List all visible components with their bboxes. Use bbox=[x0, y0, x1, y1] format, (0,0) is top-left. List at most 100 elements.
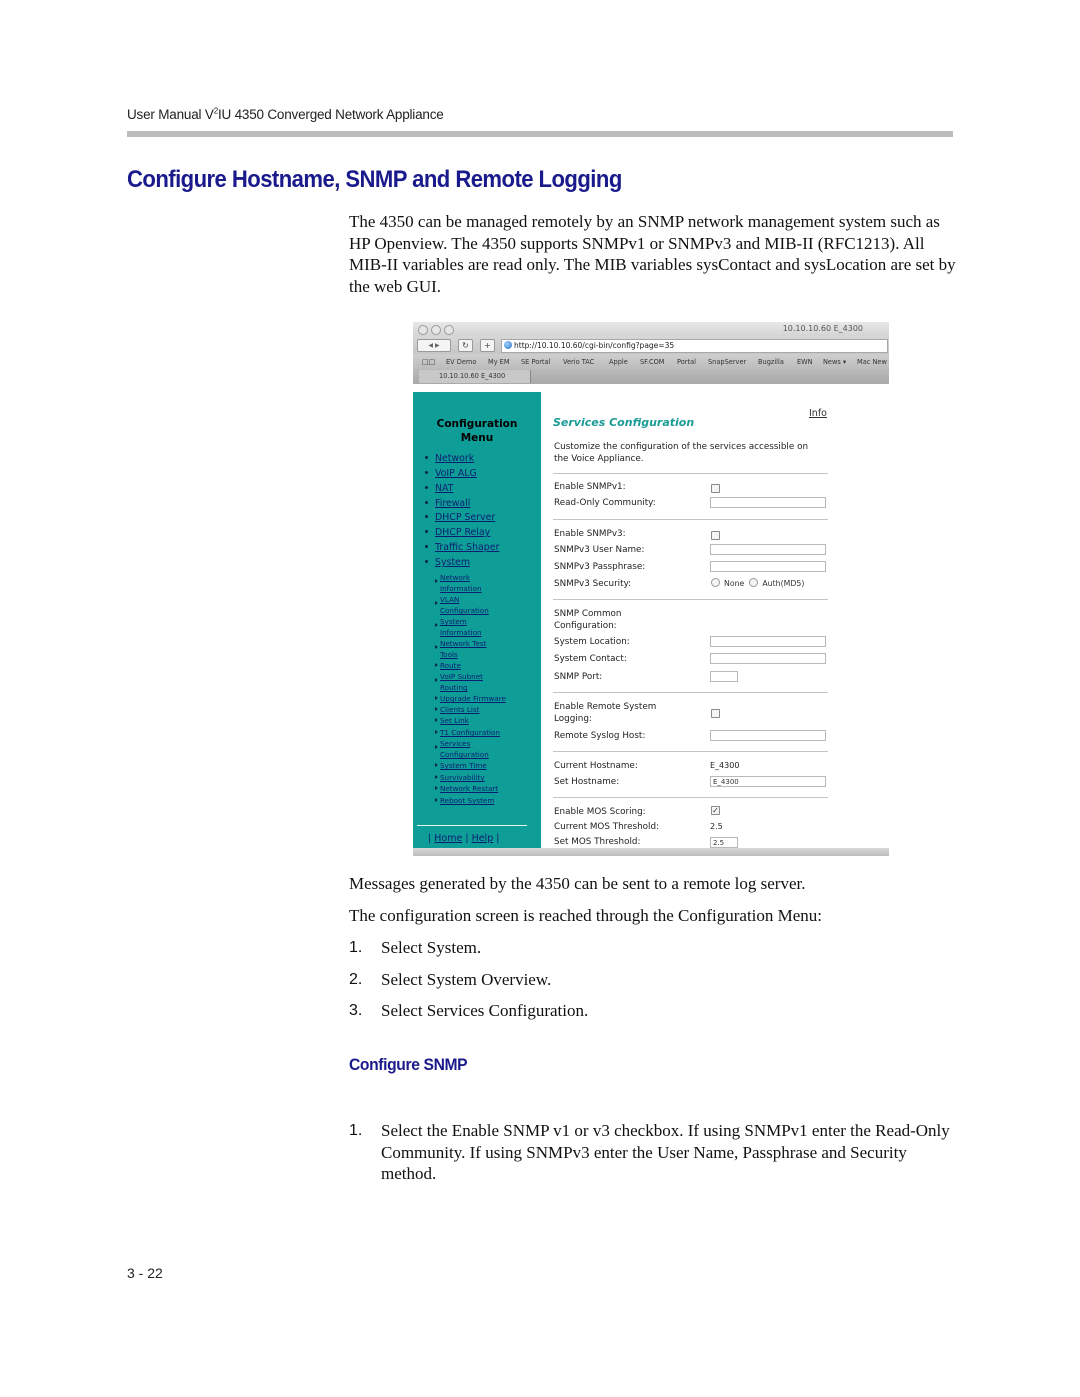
sys-contact-input[interactable] bbox=[710, 653, 826, 664]
menu-item-traffic-shaper[interactable]: Traffic Shaper bbox=[425, 542, 499, 553]
submenu-t1-configuration[interactable]: T1 Configuration bbox=[435, 727, 500, 738]
bookmarks-book-icon[interactable]: □□ bbox=[422, 358, 435, 366]
back-forward-icon[interactable]: ◀ ▶ bbox=[417, 339, 451, 352]
bookmark-link[interactable]: SF.COM bbox=[640, 358, 665, 366]
label-line: Logging: bbox=[554, 714, 592, 724]
submenu-link[interactable]: Network bbox=[440, 573, 470, 582]
submenu-vlan-configuration[interactable]: VLAN Configuration bbox=[435, 594, 489, 616]
menu-link[interactable]: DHCP Relay bbox=[435, 527, 490, 538]
menu-item-nat[interactable]: NAT bbox=[425, 483, 453, 494]
menu-link[interactable]: DHCP Server bbox=[435, 512, 495, 523]
submenu-reboot-system[interactable]: Reboot System bbox=[435, 795, 494, 806]
menu-link[interactable]: System bbox=[435, 557, 470, 568]
separator: | bbox=[428, 833, 432, 844]
bookmark-link[interactable]: My EM bbox=[488, 358, 510, 366]
bookmark-link[interactable]: Mac New bbox=[857, 358, 887, 366]
menu-item-voip-alg[interactable]: VoIP ALG bbox=[425, 468, 477, 479]
remote-logging-checkbox[interactable] bbox=[711, 709, 720, 718]
triangle-bullet-icon bbox=[435, 696, 438, 700]
set-hostname-input[interactable]: E_4300 bbox=[710, 776, 826, 787]
bookmark-link[interactable]: Verio TAC bbox=[563, 358, 594, 366]
submenu-link[interactable]: Information bbox=[440, 584, 482, 593]
submenu-voip-subnet-routing[interactable]: VoIP Subnet Routing bbox=[435, 671, 483, 693]
url-bar[interactable]: http://10.10.10.60/cgi-bin/config?page=3… bbox=[501, 339, 888, 353]
enable-snmpv1-checkbox[interactable] bbox=[711, 484, 720, 493]
security-md5-radio[interactable] bbox=[749, 578, 759, 587]
submenu-link[interactable]: Configuration bbox=[440, 750, 489, 759]
submenu-survivability[interactable]: Survivability bbox=[435, 772, 485, 783]
menu-link[interactable]: Network bbox=[435, 453, 474, 464]
submenu-link[interactable]: Set Link bbox=[440, 716, 469, 725]
menu-title-line: Configuration bbox=[436, 418, 518, 430]
menu-item-firewall[interactable]: Firewall bbox=[425, 498, 470, 509]
menu-link[interactable]: NAT bbox=[435, 483, 453, 494]
bookmark-link[interactable]: EWN bbox=[797, 358, 813, 366]
submenu-link[interactable]: Network Restart bbox=[440, 784, 498, 793]
security-none-radio[interactable] bbox=[711, 578, 720, 587]
v3-username-input[interactable] bbox=[710, 544, 826, 555]
bookmark-link[interactable]: EV Demo bbox=[446, 358, 476, 366]
submenu-system-information[interactable]: System Information bbox=[435, 616, 482, 638]
bookmark-link[interactable]: SnapServer bbox=[708, 358, 746, 366]
submenu-link[interactable]: Survivability bbox=[440, 773, 485, 782]
info-link[interactable]: Info bbox=[809, 408, 827, 419]
submenu-link[interactable]: Route bbox=[440, 661, 461, 670]
submenu-link[interactable]: Information bbox=[440, 628, 482, 637]
submenu-link[interactable]: T1 Configuration bbox=[440, 728, 500, 737]
sys-location-input[interactable] bbox=[710, 636, 826, 647]
snmp-port-input[interactable] bbox=[710, 671, 738, 682]
submenu-link[interactable]: Reboot System bbox=[440, 796, 494, 805]
zoom-window-button[interactable] bbox=[444, 325, 454, 335]
submenu-link[interactable]: System Time bbox=[440, 761, 487, 770]
submenu-network-restart[interactable]: Network Restart bbox=[435, 783, 498, 794]
submenu-services-configuration[interactable]: Services Configuration bbox=[435, 738, 489, 760]
submenu-link[interactable]: Network Test bbox=[440, 639, 486, 648]
submenu-link[interactable]: VoIP Subnet bbox=[440, 672, 483, 681]
submenu-upgrade-firmware[interactable]: Upgrade Firmware bbox=[435, 693, 506, 704]
menu-link[interactable]: Traffic Shaper bbox=[435, 542, 499, 553]
submenu-link[interactable]: Tools bbox=[440, 650, 458, 659]
browser-tab[interactable]: 10.10.10.60 E_4300 bbox=[419, 370, 531, 383]
bookmark-link[interactable]: SE Portal bbox=[521, 358, 550, 366]
ro-community-input[interactable] bbox=[710, 497, 826, 508]
mos-scoring-checkbox[interactable]: ✓ bbox=[711, 806, 720, 815]
submenu-link[interactable]: System bbox=[440, 617, 467, 626]
submenu-link[interactable]: Routing bbox=[440, 683, 468, 692]
v3-passphrase-input[interactable] bbox=[710, 561, 826, 572]
window-title: 10.10.10.60 E_4300 bbox=[782, 324, 863, 333]
submenu-link[interactable]: VLAN bbox=[440, 595, 459, 604]
bookmark-link[interactable]: Bugzilla bbox=[758, 358, 784, 366]
triangle-bullet-icon bbox=[435, 601, 438, 605]
submenu-link[interactable]: Clients List bbox=[440, 705, 479, 714]
syslog-host-input[interactable] bbox=[710, 730, 826, 741]
add-bookmark-icon[interactable]: + bbox=[480, 339, 495, 352]
menu-item-dhcp-server[interactable]: DHCP Server bbox=[425, 512, 495, 523]
submenu-link[interactable]: Configuration bbox=[440, 606, 489, 615]
bookmark-link[interactable]: News ▾ bbox=[823, 358, 846, 366]
bookmark-link[interactable]: Portal bbox=[677, 358, 696, 366]
help-link[interactable]: Help bbox=[472, 833, 494, 844]
enable-snmpv3-checkbox[interactable] bbox=[711, 531, 720, 540]
reload-icon[interactable]: ↻ bbox=[458, 339, 473, 352]
submenu-system-time[interactable]: System Time bbox=[435, 760, 487, 771]
bookmark-link[interactable]: Apple bbox=[609, 358, 628, 366]
home-link[interactable]: Home bbox=[434, 833, 462, 844]
close-window-button[interactable] bbox=[418, 325, 428, 335]
submenu-route[interactable]: Route bbox=[435, 660, 461, 671]
services-title: Services Configuration bbox=[553, 416, 695, 429]
menu-item-network[interactable]: Network bbox=[425, 453, 474, 464]
set-mos-input[interactable]: 2.5 bbox=[710, 837, 738, 848]
submenu-clients-list[interactable]: Clients List bbox=[435, 704, 479, 715]
submenu-link[interactable]: Upgrade Firmware bbox=[440, 694, 506, 703]
bullet-icon bbox=[425, 515, 428, 518]
menu-link[interactable]: VoIP ALG bbox=[435, 468, 477, 479]
menu-item-dhcp-relay[interactable]: DHCP Relay bbox=[425, 527, 490, 538]
submenu-set-link[interactable]: Set Link bbox=[435, 715, 469, 726]
submenu-link[interactable]: Services bbox=[440, 739, 470, 748]
minimize-window-button[interactable] bbox=[431, 325, 441, 335]
submenu-network-information[interactable]: Network Information bbox=[435, 572, 482, 594]
menu-item-system[interactable]: System bbox=[425, 557, 470, 568]
bullet-icon bbox=[425, 456, 428, 459]
menu-link[interactable]: Firewall bbox=[435, 498, 470, 509]
submenu-network-test-tools[interactable]: Network Test Tools bbox=[435, 638, 486, 660]
